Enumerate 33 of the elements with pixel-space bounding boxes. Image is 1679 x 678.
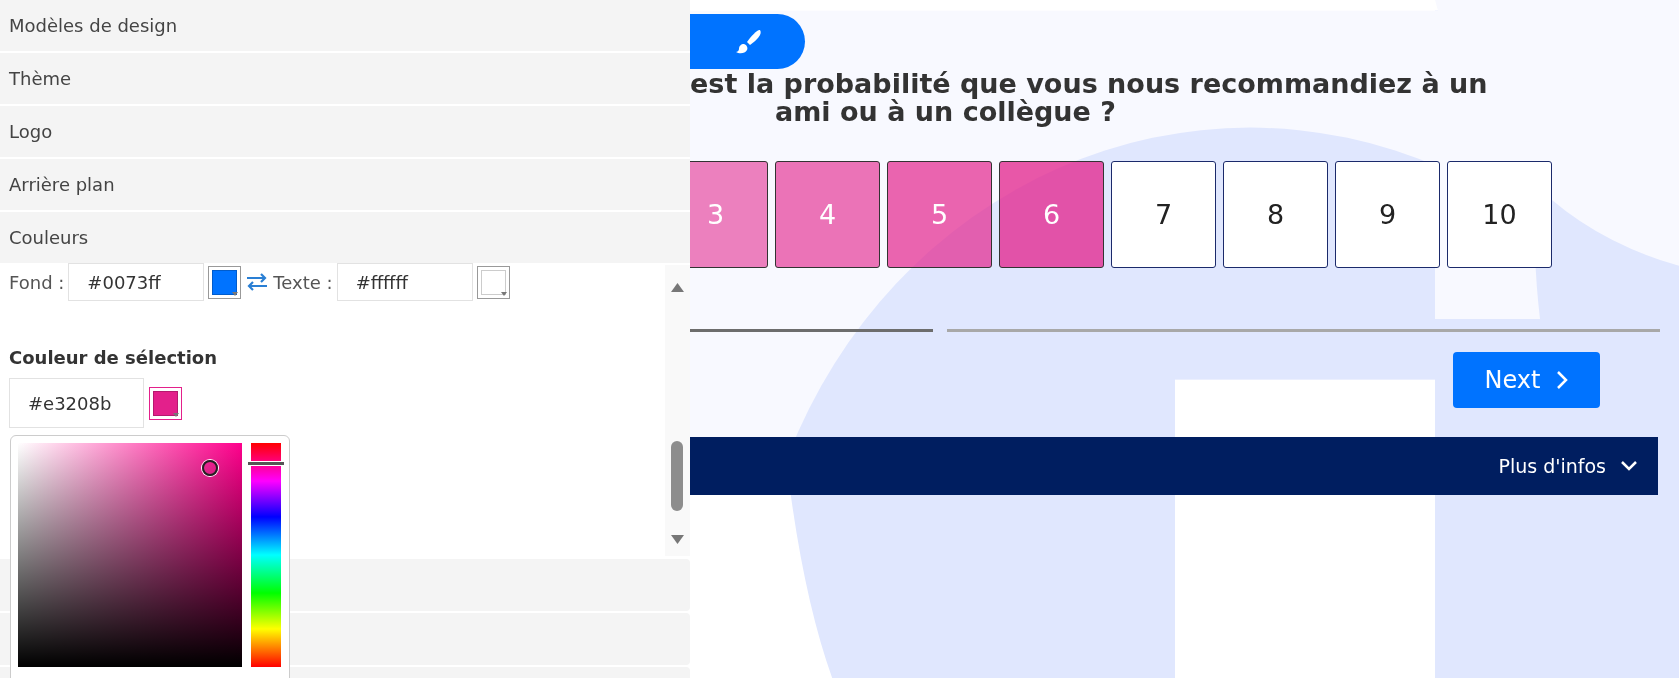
chevron-right-icon	[1556, 370, 1569, 390]
accordion-header[interactable]: Modèles de design	[0, 0, 690, 51]
accordion-header[interactable]: Thème	[0, 53, 690, 104]
field-label: Fond :	[9, 271, 65, 293]
rating-option[interactable]: 6	[999, 161, 1104, 268]
rating-option[interactable]: 9	[1335, 161, 1440, 268]
section-title: Couleur de sélection	[9, 347, 218, 368]
accordion-header[interactable]: Arrière plan	[0, 159, 690, 210]
chevron-down-icon	[1620, 460, 1638, 472]
scrollbar-thumb[interactable]	[671, 441, 683, 511]
field-label: Texte :	[273, 271, 333, 293]
saturation-value-square[interactable]	[18, 443, 242, 667]
color-input[interactable]: #0073ff	[68, 263, 205, 301]
rating-option[interactable]: 10	[1447, 161, 1552, 268]
more-info-toggle[interactable]: Plus d'infos	[1498, 455, 1638, 477]
accordion-header[interactable]: Couleurs	[0, 212, 690, 263]
scrollbar[interactable]	[665, 265, 690, 556]
color-input[interactable]: #e3208b	[9, 378, 144, 428]
swap-icon[interactable]	[245, 273, 270, 291]
rating-option[interactable]: 8	[1223, 161, 1328, 268]
color-swatch[interactable]	[208, 265, 242, 299]
scroll-up-icon[interactable]	[671, 283, 684, 292]
rating-option[interactable]: 7	[1111, 161, 1216, 268]
color-input[interactable]: #ffffff	[336, 263, 473, 301]
scroll-down-icon[interactable]	[671, 535, 684, 544]
next-button[interactable]: Next	[1453, 352, 1600, 408]
hue-slider[interactable]	[251, 443, 281, 667]
color-swatch[interactable]	[476, 265, 510, 299]
color-swatch[interactable]	[149, 386, 182, 420]
paint-brush-button[interactable]	[690, 14, 805, 69]
accordion-header[interactable]: Logo	[0, 106, 690, 157]
color-picker-popup[interactable]	[10, 435, 290, 678]
question-text: est la probabilité que vous nous recommandiez à un ami ou à un collègue ?	[690, 70, 1488, 126]
